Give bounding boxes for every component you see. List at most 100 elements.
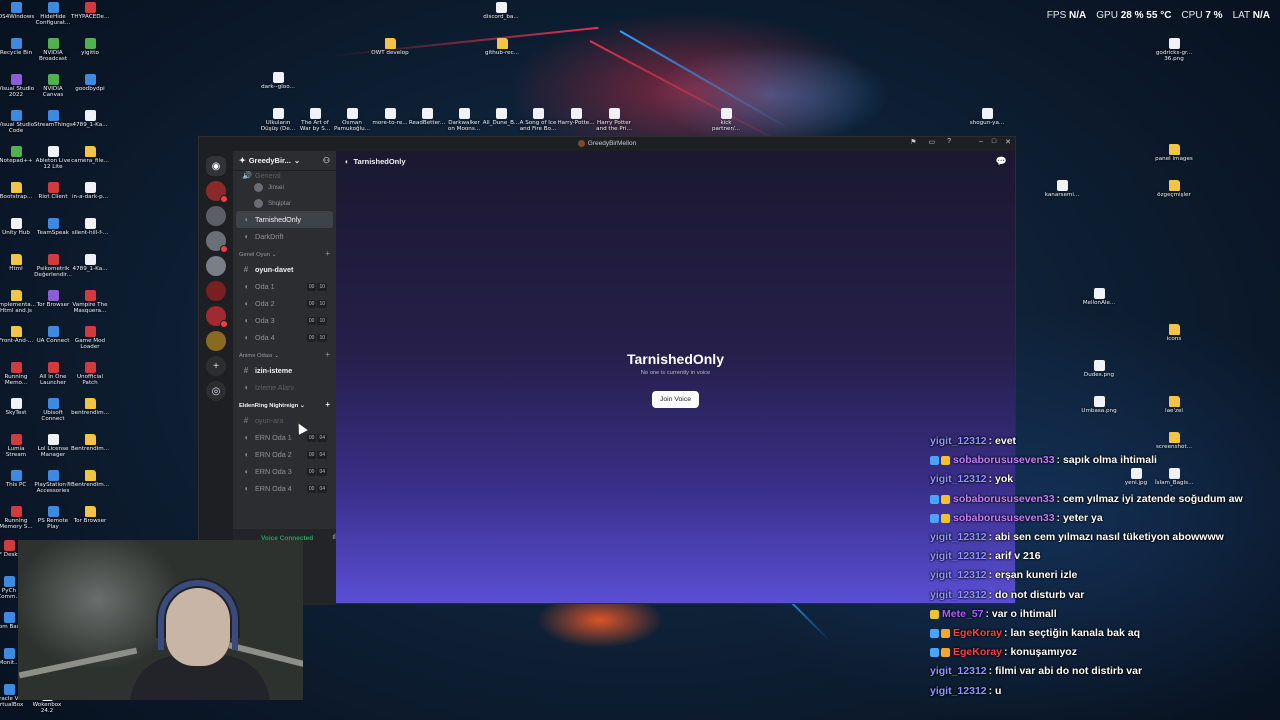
- server-icon[interactable]: [206, 331, 226, 351]
- desktop-icon[interactable]: kick partner/...: [707, 108, 745, 133]
- voice-channel[interactable]: ◖ Oda 1 00 10: [236, 278, 333, 295]
- chat-username[interactable]: Mete_57: [942, 605, 983, 624]
- close-button[interactable]: ✕: [1005, 138, 1011, 146]
- chat-username[interactable]: yigit_12312: [930, 470, 987, 489]
- desktop-icon[interactable]: Unity Hub: [0, 218, 35, 236]
- voice-channel[interactable]: ◖ Oda 3 00 10: [236, 312, 333, 329]
- channel-oyun-ara[interactable]: # oyun-ara: [236, 412, 333, 429]
- desktop-icon[interactable]: github-rec...: [483, 38, 521, 56]
- add-server-icon[interactable]: +: [206, 356, 226, 376]
- add-channel-icon[interactable]: +: [325, 249, 330, 258]
- desktop-icon[interactable]: All_Dune_B...: [482, 108, 520, 126]
- explore-icon[interactable]: ◎: [206, 381, 226, 401]
- channel-general[interactable]: 🔊 General: [236, 171, 333, 179]
- desktop-icon[interactable]: Notepad++: [0, 146, 35, 164]
- maximize-button[interactable]: □: [992, 138, 996, 146]
- desktop-icon[interactable]: Tor Browser: [71, 506, 109, 524]
- desktop-icon[interactable]: NVIDIA Broadcast: [34, 38, 72, 63]
- desktop-icon[interactable]: 4789_1-Ka...: [71, 254, 109, 272]
- voice-member[interactable]: Jinsei: [236, 179, 333, 195]
- server-header[interactable]: ✦ GreedyBir... ⌄ ⚇: [233, 151, 336, 171]
- chat-username[interactable]: yigit_12312: [930, 586, 987, 605]
- desktop-icon[interactable]: in-a-dark-p...: [71, 182, 109, 200]
- chat-bubble-icon[interactable]: 💬: [996, 156, 1007, 167]
- desktop-icon[interactable]: Unofficial Patch: [71, 362, 109, 387]
- desktop-icon[interactable]: Vampire The Masquera...: [71, 290, 109, 315]
- desktop-icon[interactable]: 4789_1-Ka...: [71, 110, 109, 128]
- chat-username[interactable]: sobaborususeven33: [953, 490, 1055, 509]
- help-icon[interactable]: ?: [947, 138, 951, 146]
- desktop-icon[interactable]: This PC: [0, 470, 35, 488]
- voice-member[interactable]: Shqiptar: [236, 195, 333, 211]
- add-channel-icon[interactable]: +: [325, 400, 330, 409]
- desktop-icon[interactable]: Riot Client: [34, 182, 72, 200]
- join-voice-button[interactable]: Join Voice: [652, 391, 699, 408]
- add-channel-icon[interactable]: +: [325, 350, 330, 359]
- desktop-icon[interactable]: Bentrendim...: [71, 470, 109, 488]
- desktop-icon[interactable]: Umbasa.png: [1080, 396, 1118, 414]
- channel-izleme-alani[interactable]: ◖ İzleme Alanı: [236, 379, 333, 396]
- voice-channel[interactable]: ◖ ERN Oda 1 00 04: [236, 429, 333, 446]
- desktop-icon[interactable]: icons: [1155, 324, 1193, 342]
- desktop-icon[interactable]: MellonAle...: [1080, 288, 1118, 306]
- category-anime-odasi[interactable]: Anime Odası ⌄ +: [233, 346, 336, 362]
- server-icon[interactable]: [206, 181, 228, 203]
- desktop-icon[interactable]: SkyTest: [0, 398, 35, 416]
- desktop-icon[interactable]: Ulkuların Düşüş (De...: [259, 108, 297, 133]
- chat-username[interactable]: EgeKoray: [953, 643, 1002, 662]
- desktop-icon[interactable]: PlayStation® Accessories: [34, 470, 72, 495]
- desktop-icon[interactable]: goodbydpi: [71, 74, 109, 92]
- chat-username[interactable]: yigit_12312: [930, 528, 987, 547]
- desktop-icon[interactable]: Running Memory S...: [0, 506, 35, 531]
- desktop-icon[interactable]: godricks-gr... 36.png: [1155, 38, 1193, 63]
- server-icon[interactable]: [206, 231, 228, 253]
- desktop-icon[interactable]: panel images: [1155, 144, 1193, 162]
- direct-messages-icon[interactable]: ◉: [206, 156, 226, 176]
- desktop-icon[interactable]: The Art of War by S...: [296, 108, 334, 133]
- desktop-icon[interactable]: Bentrendim...: [71, 434, 109, 452]
- chat-username[interactable]: yigit_12312: [930, 662, 987, 681]
- desktop-icon[interactable]: Harry-Potte...: [557, 108, 595, 126]
- desktop-icon[interactable]: Lumia Stream: [0, 434, 35, 459]
- desktop-icon[interactable]: HideHide Configurat...: [34, 2, 72, 27]
- desktop-icon[interactable]: Harry Potter and the Pri...: [595, 108, 633, 133]
- channel-tarnishedonly[interactable]: ◖ TarnishedOnly: [236, 211, 333, 228]
- desktop-icon[interactable]: TeamSpeak: [34, 218, 72, 236]
- desktop-icon[interactable]: OS4Windows: [0, 2, 35, 20]
- server-icon[interactable]: [206, 206, 226, 226]
- desktop-icon[interactable]: ReadBetter...: [408, 108, 446, 126]
- channel-izin-isteme[interactable]: # izin-isteme: [236, 362, 333, 379]
- chat-username[interactable]: EgeKoray: [953, 624, 1002, 643]
- desktop-icon[interactable]: StreamThings: [34, 110, 73, 128]
- desktop-icon[interactable]: NVIDIA Canvas: [34, 74, 72, 99]
- desktop-icon[interactable]: All in One Launcher: [34, 362, 72, 387]
- desktop-icon[interactable]: Psikometrik Değerlendir...: [34, 254, 72, 279]
- minimize-button[interactable]: –: [979, 138, 983, 146]
- desktop-icon[interactable]: Running Memo...: [0, 362, 35, 387]
- chat-username[interactable]: yigit_12312: [930, 682, 987, 701]
- desktop-icon[interactable]: shogun-ya...: [968, 108, 1006, 126]
- voice-channel[interactable]: ◖ ERN Oda 2 00 04: [236, 446, 333, 463]
- invite-people-icon[interactable]: ⚇: [323, 156, 330, 165]
- desktop-icon[interactable]: Ableton Live 12 Lite: [34, 146, 72, 171]
- chat-username[interactable]: sobaborususeven33: [953, 451, 1055, 470]
- desktop-icon[interactable]: discord_ba...: [482, 2, 520, 20]
- desktop-icon[interactable]: UA Connect: [34, 326, 72, 344]
- desktop-icon[interactable]: Recycle Bin: [0, 38, 35, 56]
- channel-darkdrift[interactable]: ◖ DarkDrift: [236, 228, 333, 245]
- desktop-icon[interactable]: Implementa... Html and.js: [0, 290, 36, 315]
- desktop-icon[interactable]: Visual Studio 2022: [0, 74, 35, 99]
- desktop-icon[interactable]: dark--gloo...: [259, 72, 297, 90]
- desktop-icon[interactable]: bentrendim...: [71, 398, 109, 416]
- desktop-icon[interactable]: OWT develop: [371, 38, 409, 56]
- desktop-icon[interactable]: Ubisoft Connect: [34, 398, 72, 423]
- desktop-icon[interactable]: Visual Studio Code: [0, 110, 35, 135]
- desktop-icon[interactable]: silent-hill-f-...: [71, 218, 109, 236]
- voice-channel[interactable]: ◖ ERN Oda 3 00 04: [236, 463, 333, 480]
- voice-channel[interactable]: ◖ Oda 4 00 10: [236, 329, 333, 346]
- desktop-icon[interactable]: Html: [0, 254, 35, 272]
- desktop-icon[interactable]: Tor Browser: [34, 290, 72, 308]
- category-genel-oyun[interactable]: Genel Oyun ⌄ +: [233, 245, 336, 261]
- desktop-icon[interactable]: lae'zel: [1155, 396, 1193, 414]
- voice-channel[interactable]: ◖ Oda 2 00 10: [236, 295, 333, 312]
